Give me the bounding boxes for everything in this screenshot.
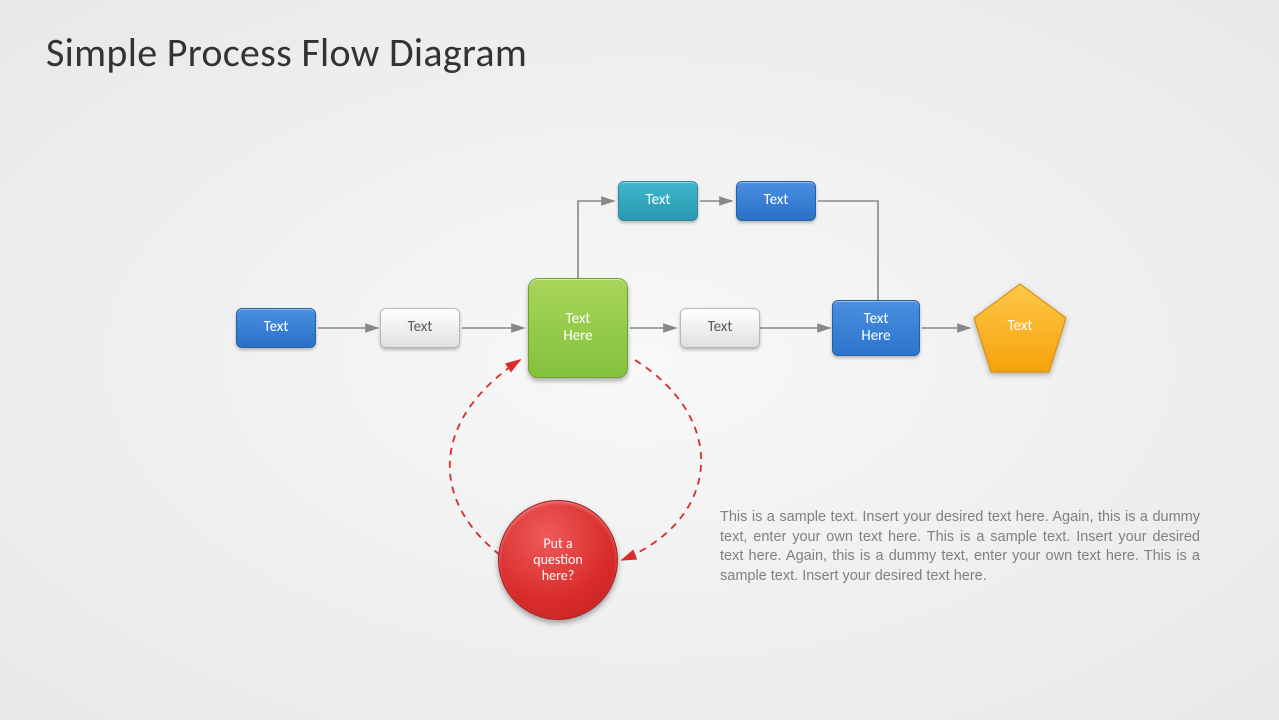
question-circle: Put a question here? (498, 500, 618, 620)
main-blue-2: Text Here (832, 300, 920, 356)
diagram-canvas: Text Text Text Text Text Here Text Text … (0, 0, 1279, 720)
main-pentagon: Text (972, 282, 1068, 372)
main-blue-1: Text (236, 308, 316, 348)
connector-layer (0, 0, 1279, 720)
dashed-green-to-circle (622, 360, 701, 560)
main-green-box: Text Here (528, 278, 628, 378)
top-teal-box: Text (618, 181, 698, 221)
sample-paragraph: This is a sample text. Insert your desir… (720, 508, 1200, 586)
branch-green-up (578, 201, 614, 278)
pentagon-label: Text (1008, 318, 1033, 335)
main-gray-2: Text (680, 308, 760, 348)
main-gray-1: Text (380, 308, 460, 348)
top-blue-box: Text (736, 181, 816, 221)
